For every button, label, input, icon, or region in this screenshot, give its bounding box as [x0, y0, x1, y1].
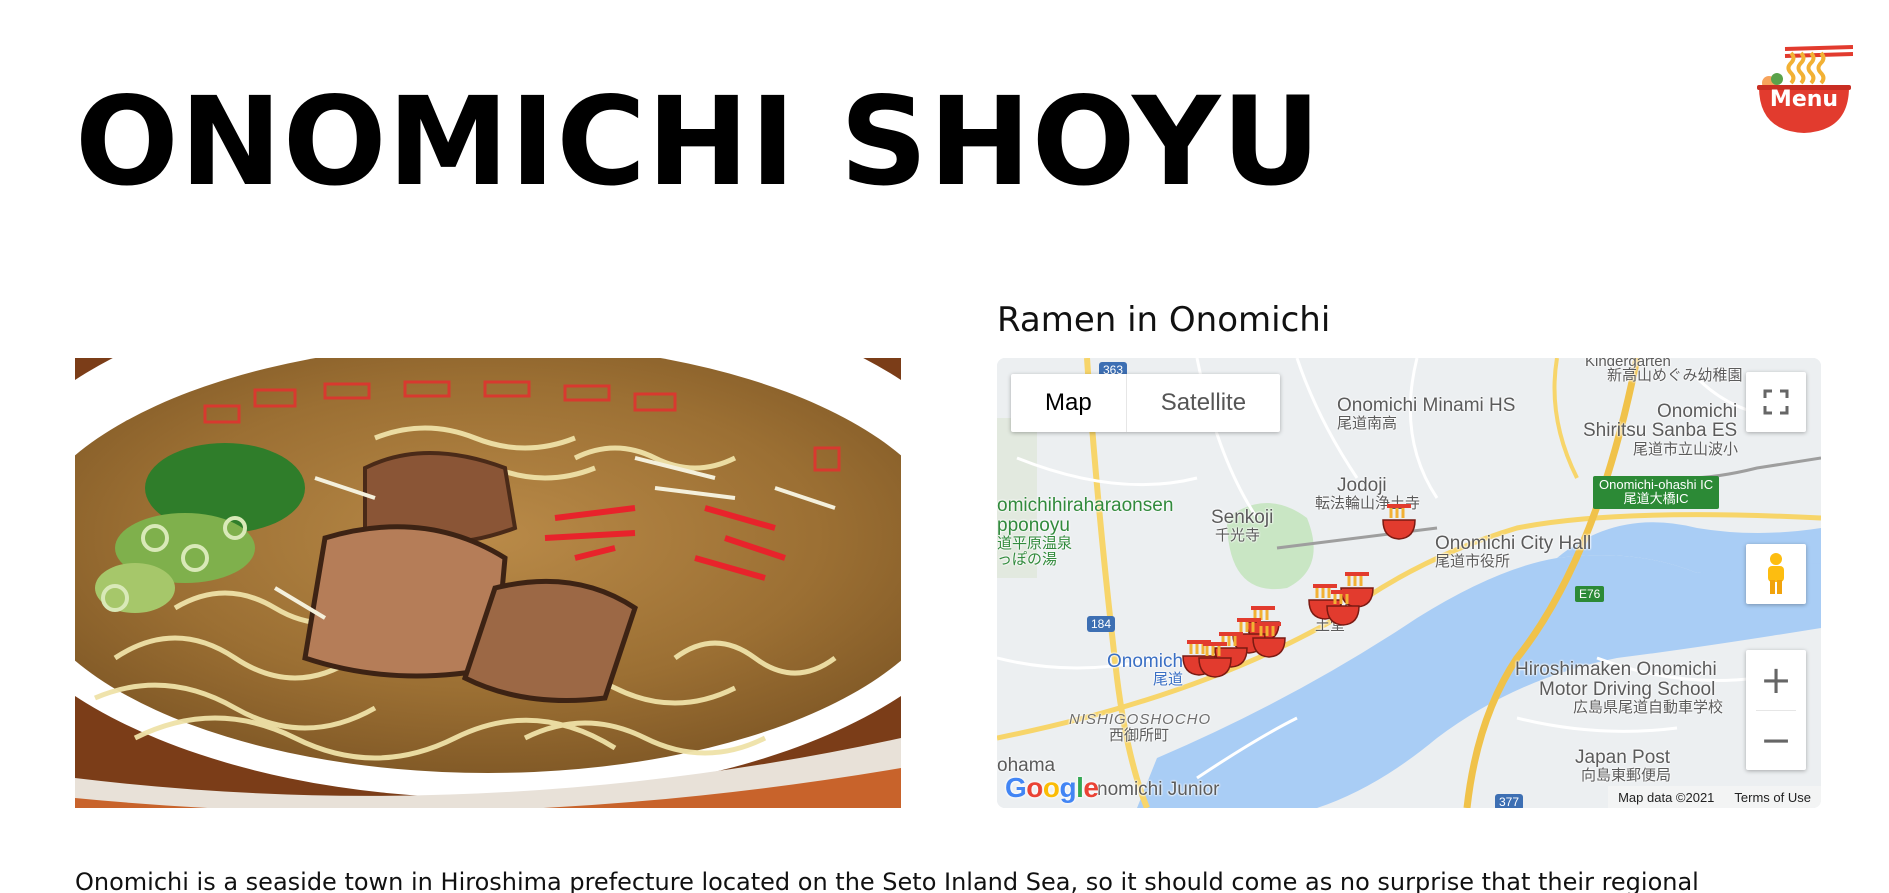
map-label-senkoji-jp: 千光寺: [1215, 527, 1261, 544]
menu-button[interactable]: Menu: [1755, 45, 1853, 135]
map-label-nishigosho-jp: 西御所町: [1109, 727, 1170, 744]
map-label-minami-hs-jp: 尾道南高: [1337, 415, 1398, 432]
street-view-button[interactable]: [1746, 544, 1806, 604]
map-attribution: Map data ©2021: [1618, 789, 1715, 805]
map-label-driving-school-2: Motor Driving School: [1539, 679, 1716, 700]
zoom-out-button[interactable]: −: [1746, 711, 1806, 770]
map[interactable]: 363 184 377 E76 Kindergarten 新高山めぐみ幼稚園 O…: [997, 358, 1821, 808]
map-label-minami-hs: Onomichi Minami HS: [1337, 395, 1516, 416]
ramen-marker-icon[interactable]: [1323, 588, 1363, 628]
map-attribution-bar: Map data ©2021 Terms of Use: [1608, 786, 1821, 808]
ramen-marker-icon[interactable]: [1379, 502, 1419, 542]
pegman-icon: [1768, 553, 1784, 594]
map-label-sanba-es-jp: 尾道市立山波小: [1633, 441, 1739, 458]
route-184-shield: 184: [1087, 616, 1116, 632]
map-label-pponoyu-jp2: っぽの湯: [997, 551, 1058, 568]
menu-label: Menu: [1769, 87, 1839, 112]
ic-label-jp: 尾道大橋IC: [1623, 491, 1689, 507]
map-type-satellite-button[interactable]: Satellite: [1127, 374, 1280, 432]
map-type-control: Map Satellite: [1011, 374, 1281, 432]
map-type-map-button[interactable]: Map: [1011, 374, 1126, 432]
map-heading: Ramen in Onomichi: [997, 300, 1331, 340]
map-label-nishigosho: NISHIGOSHOCHO: [1069, 711, 1212, 728]
ic-label: Onomichi-ohashi IC: [1599, 477, 1714, 492]
onomichi-ohashi-ic-badge: Onomichi-ohashi IC 尾道大橋IC: [1593, 476, 1720, 509]
google-logo[interactable]: Google: [1005, 772, 1099, 804]
article-paragraph: Onomichi is a seaside town in Hiroshima …: [75, 868, 1699, 893]
map-label-hiraharaonsen: omichihiraharaonsen: [997, 495, 1174, 516]
map-label-pponoyu-jp1: 道平原温泉: [997, 535, 1073, 552]
map-label-pponoyu: pponoyu: [997, 515, 1070, 536]
fullscreen-icon: [1763, 389, 1789, 415]
zoom-in-button[interactable]: +: [1746, 651, 1806, 710]
map-label-onomichi: Onomich: [1107, 651, 1184, 672]
page: ONOMICHI SHOYU Menu Ramen in Onomichi 36…: [0, 0, 1889, 893]
map-label-junior: nomichi Junior: [1097, 779, 1220, 800]
map-label-kindergarten-jp: 新高山めぐみ幼稚園: [1607, 367, 1743, 384]
page-title: ONOMICHI SHOYU: [75, 71, 1322, 213]
terms-of-use-link[interactable]: Terms of Use: [1724, 790, 1821, 805]
ramen-marker-icon[interactable]: [1249, 620, 1289, 660]
map-label-driving-school: Hiroshimaken Onomichi: [1515, 659, 1717, 680]
map-label-onomichi-shiritsu: Onomichi: [1657, 401, 1738, 422]
map-label-japan-post-jp: 向島東郵便局: [1581, 767, 1672, 784]
fullscreen-button[interactable]: [1746, 372, 1806, 432]
map-label-sanba-es: Shiritsu Sanba ES: [1583, 420, 1738, 441]
ramen-photo: [75, 358, 901, 808]
map-label-jodoji: Jodoji: [1337, 475, 1387, 496]
map-label-city-hall-jp: 尾道市役所: [1435, 553, 1511, 570]
map-label-japan-post: Japan Post: [1575, 747, 1671, 768]
map-label-city-hall: Onomichi City Hall: [1435, 533, 1592, 554]
map-label-driving-school-jp: 広島県尾道自動車学校: [1573, 699, 1724, 716]
map-label-senkoji: Senkoji: [1211, 507, 1274, 528]
zoom-control: + −: [1746, 650, 1806, 770]
route-377-shield: 377: [1495, 794, 1524, 808]
ramen-marker-icon[interactable]: [1195, 640, 1235, 680]
route-e76-badge: E76: [1575, 586, 1605, 602]
